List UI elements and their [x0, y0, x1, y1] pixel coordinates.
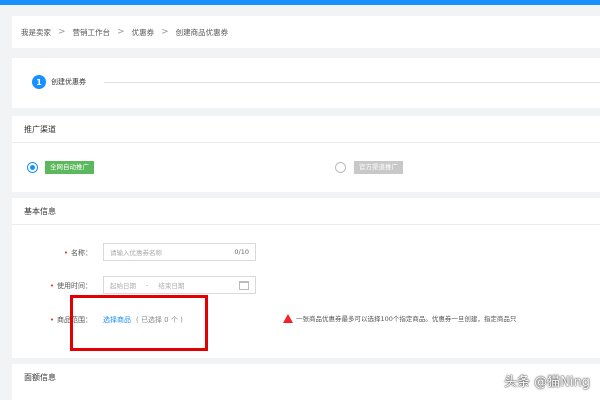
watermark: 头条 @猫Ning: [504, 375, 590, 390]
name-label: • 名称：: [34, 248, 92, 258]
channel-section: 推广渠道 全网自动推广 官方渠道推广: [12, 116, 600, 192]
top-accent-bar: [0, 0, 600, 5]
radio-auto-promotion[interactable]: [27, 162, 38, 173]
date-range-picker[interactable]: 起始日期 - 结束日期: [103, 276, 256, 294]
step-label: 创建优惠券: [51, 78, 86, 86]
breadcrumb-separator: >: [117, 27, 125, 37]
breadcrumb-item-create-coupon: 创建商品优惠券: [175, 27, 229, 37]
breadcrumb-separator: >: [58, 27, 66, 37]
warning-text: 一张商品优惠券最多可以选择100个指定商品。优惠券一旦创建，指定商品只: [296, 315, 517, 323]
step-number: 1: [32, 75, 46, 89]
red-highlight-box: [70, 295, 208, 351]
required-mark: •: [49, 316, 54, 324]
coupon-name-placeholder: 请输入优惠券名称: [110, 249, 162, 257]
required-mark: •: [63, 249, 68, 257]
time-label: • 使用时间：: [24, 281, 92, 291]
breadcrumb-item-seller[interactable]: 我是卖家: [21, 27, 51, 38]
coupon-name-input[interactable]: 请输入优惠券名称 0/10: [103, 243, 256, 261]
step-1: 1 创建优惠券: [32, 75, 86, 89]
radio-official-channel[interactable]: [335, 162, 346, 173]
required-mark: •: [49, 282, 54, 290]
breadcrumb-item-coupons[interactable]: 优惠券: [132, 27, 155, 38]
step-panel: 1 创建优惠券: [12, 58, 600, 108]
warning-icon: [283, 313, 293, 323]
end-date-placeholder: 结束日期: [158, 282, 185, 290]
product-limit-warning: 一张商品优惠券最多可以选择100个指定商品。优惠券一旦创建，指定商品只: [283, 313, 600, 323]
breadcrumb-item-marketing[interactable]: 营销工作台: [73, 27, 111, 38]
step-progress-line: [104, 82, 600, 83]
name-char-counter: 0/10: [234, 248, 249, 256]
tag-auto-promotion[interactable]: 全网自动推广: [45, 161, 94, 174]
calendar-icon[interactable]: [239, 280, 249, 290]
name-label-text: 名称：: [71, 249, 92, 257]
date-separator: -: [146, 281, 149, 289]
breadcrumb: 我是卖家 > 营销工作台 > 优惠券 > 创建商品优惠券: [12, 16, 600, 48]
basic-info-title: 基本信息: [12, 198, 600, 225]
tag-official-channel[interactable]: 官方渠道推广: [354, 161, 403, 174]
start-date-placeholder: 起始日期: [110, 282, 136, 290]
time-label-text: 使用时间：: [57, 282, 92, 290]
channel-section-title: 推广渠道: [12, 116, 600, 143]
breadcrumb-separator: >: [161, 27, 169, 37]
